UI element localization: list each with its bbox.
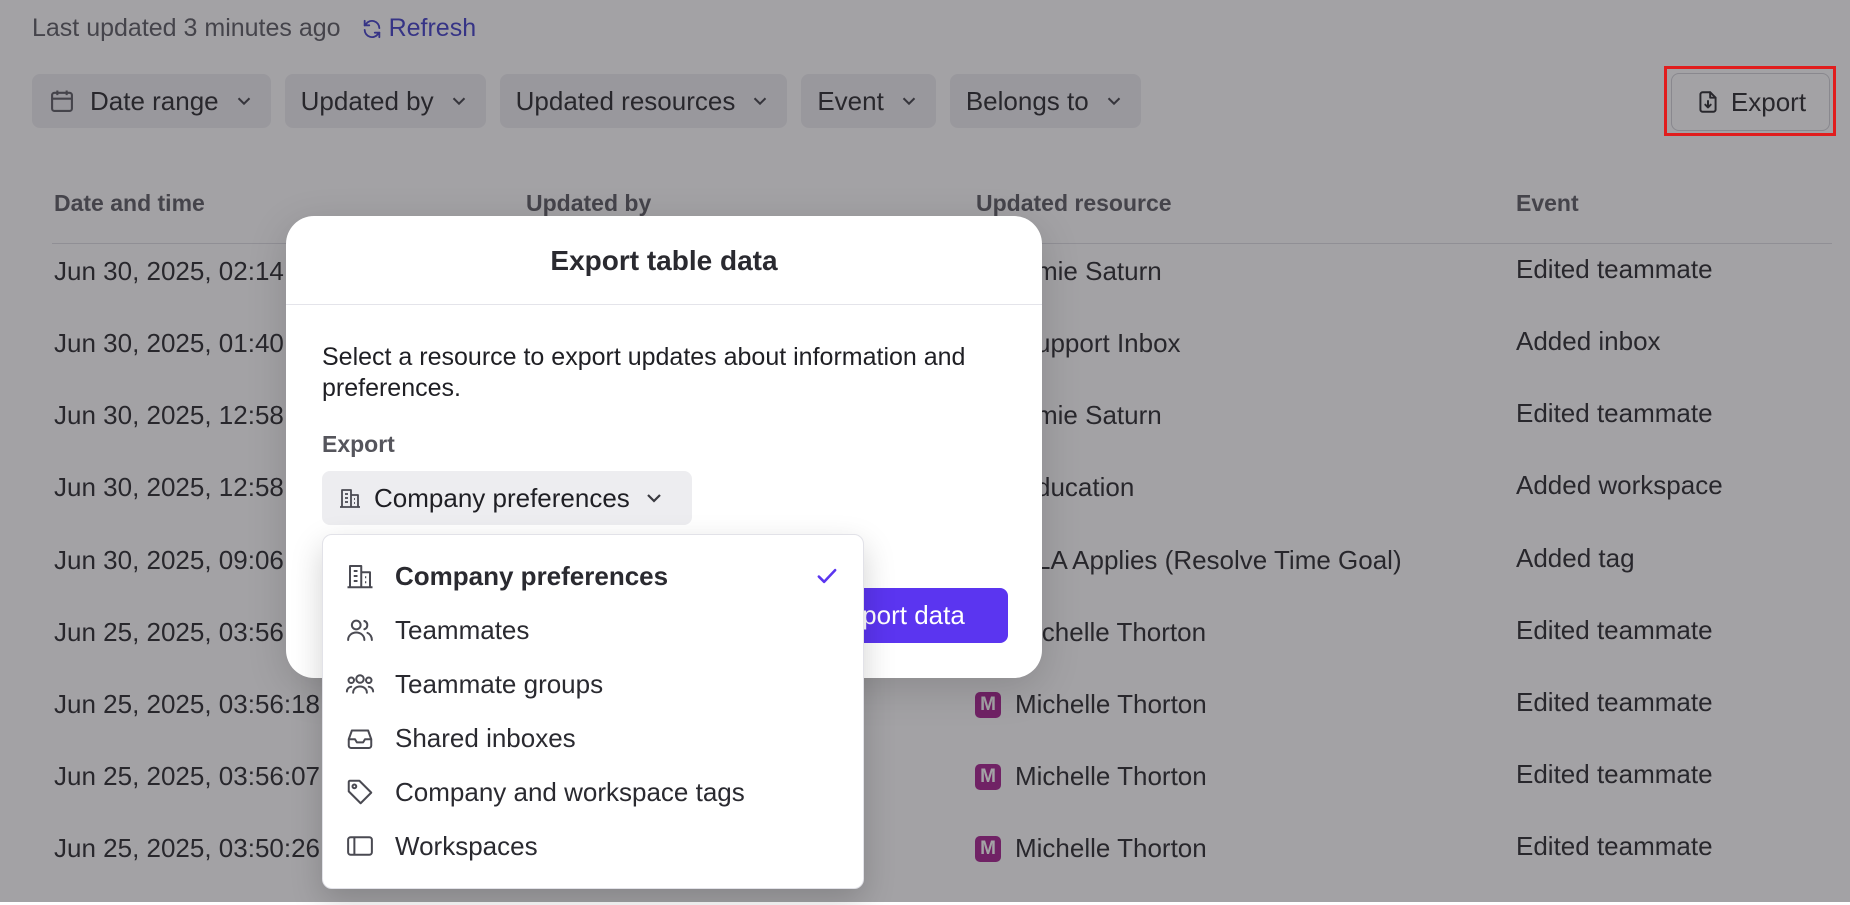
- option-label: Shared inboxes: [395, 722, 576, 753]
- resource-select-value: Company preferences: [374, 482, 630, 513]
- checkmark-icon: [817, 568, 837, 584]
- modal-divider: [286, 304, 1042, 305]
- option-label: Teammate groups: [395, 668, 604, 699]
- inbox-icon: [347, 729, 373, 749]
- highlight-box: [1664, 66, 1836, 136]
- user-group-icon: [345, 674, 375, 694]
- option-label: Company and workspace tags: [395, 776, 745, 807]
- audit-log-page: Last updated 3 minutes ago Refresh Date …: [0, 0, 1850, 902]
- option-shared-inboxes[interactable]: Shared inboxes: [323, 713, 863, 763]
- option-workspaces[interactable]: Workspaces: [323, 821, 863, 871]
- modal-description: Select a resource to export updates abou…: [322, 343, 966, 402]
- building-icon: [340, 489, 360, 508]
- resource-select[interactable]: Company preferences: [322, 471, 692, 525]
- export-field-label: Export: [322, 431, 395, 457]
- users-icon: [347, 619, 373, 641]
- option-label: Company preferences: [395, 560, 669, 591]
- building-icon: [347, 565, 373, 589]
- option-company-workspace-tags[interactable]: Company and workspace tags: [323, 767, 863, 817]
- option-company-preferences[interactable]: Company preferences: [323, 551, 863, 601]
- modal-title: Export table data: [550, 245, 778, 276]
- chevron-down-icon: [647, 494, 661, 503]
- option-teammates[interactable]: Teammates: [323, 605, 863, 655]
- tag-icon: [347, 779, 373, 805]
- option-label: Workspaces: [395, 830, 538, 861]
- option-teammate-groups[interactable]: Teammate groups: [323, 659, 863, 709]
- resource-dropdown-menu: Company preferences Teammates Teammate g…: [322, 534, 864, 889]
- workspace-icon: [347, 836, 373, 856]
- option-label: Teammates: [395, 614, 530, 645]
